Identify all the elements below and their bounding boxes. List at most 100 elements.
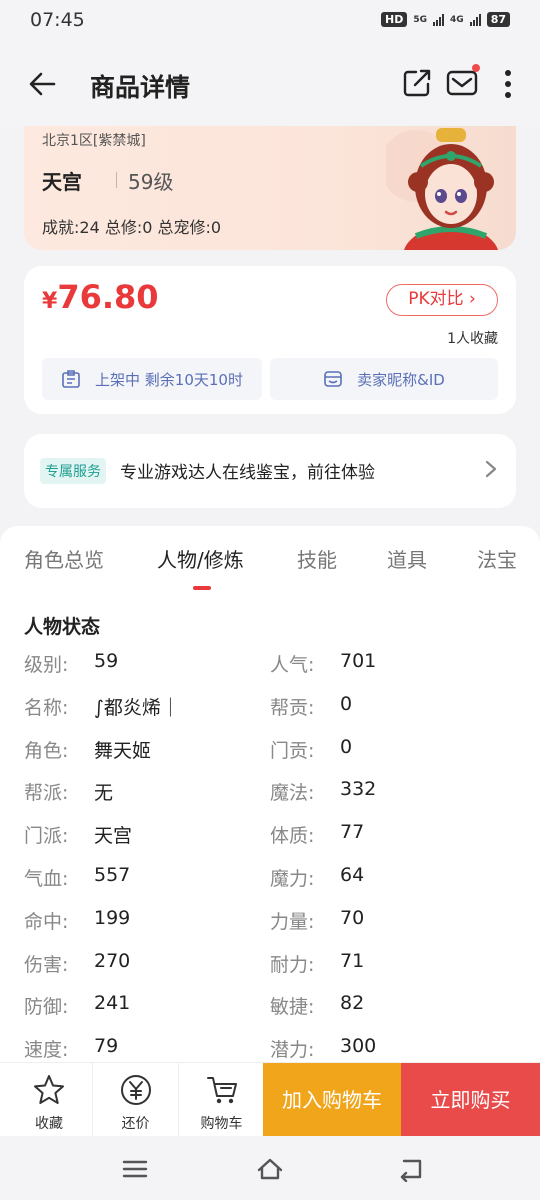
seller-info-chip[interactable]: 卖家昵称&ID: [270, 358, 498, 400]
buy-now-button[interactable]: 立即购买: [401, 1063, 540, 1137]
attribute-row: 防御: 241 敏捷: 82: [0, 992, 540, 1024]
bargain-label: 还价: [121, 1116, 150, 1132]
exclusive-service-banner[interactable]: 专属服务 专业游戏达人在线鉴宝，前往体验: [24, 434, 516, 508]
attribute-value: 59: [94, 650, 119, 672]
character-avatar: [386, 128, 499, 250]
attribute-value: 64: [340, 864, 365, 886]
battery-icon: 87: [486, 12, 510, 27]
message-button[interactable]: [446, 64, 480, 98]
currency-symbol: ¥: [42, 289, 58, 314]
attribute-value: 270: [94, 949, 131, 972]
hd-icon: HD: [381, 12, 408, 27]
shopping-cart-icon: [206, 1077, 237, 1104]
attribute-label: 魔力:: [270, 868, 315, 890]
menu-icon[interactable]: [121, 1156, 149, 1182]
attribute-label: 体质:: [270, 825, 315, 848]
attribute-value: 71: [340, 949, 365, 972]
price-card: ¥76.80 PK对比 › 1人收藏 上架中 剩余10天10时 卖家昵称&ID: [24, 266, 516, 414]
share-icon[interactable]: [402, 68, 432, 98]
attribute-row: 门派: 天宫 体质: 77: [0, 821, 540, 853]
price: ¥76.80: [42, 278, 159, 316]
service-text: 专业游戏达人在线鉴宝，前往体验: [120, 463, 375, 483]
action-bar: 收藏 还价 购物车 加入购物车 立即购买: [0, 1062, 540, 1137]
attribute-value: 79: [94, 1035, 119, 1058]
attribute-label: 帮派:: [24, 782, 69, 805]
more-icon[interactable]: [498, 68, 518, 100]
listing-icon: [62, 370, 80, 388]
price-value: 76.80: [57, 278, 159, 316]
favorite-button[interactable]: 收藏: [6, 1063, 92, 1137]
section-title: 人物状态: [24, 616, 101, 638]
home-icon[interactable]: [256, 1156, 284, 1182]
pk-compare-button[interactable]: PK对比 ›: [386, 284, 498, 316]
attribute-label: 防御:: [24, 996, 69, 1019]
back-nav-icon[interactable]: [398, 1156, 426, 1182]
attribute-value: 82: [340, 992, 365, 1015]
add-to-cart-button[interactable]: 加入购物车: [263, 1063, 401, 1137]
attribute-value: 300: [340, 1035, 377, 1058]
server-name: 北京1区[紫禁城]: [42, 133, 146, 149]
attribute-value: 舞天姬: [94, 739, 152, 762]
system-icons: HD 5G 4G 87: [381, 12, 510, 27]
tab-items[interactable]: 道具: [387, 544, 427, 573]
attribute-row: 命中: 199 力量: 70: [0, 907, 540, 939]
details-panel: 角色总览 人物/修炼 技能 道具 法宝 人物状态 级别: 59 人气: 701 名称: ∫…: [0, 526, 540, 1086]
back-arrow-icon[interactable]: [24, 66, 60, 102]
yuan-coin-icon: [120, 1075, 151, 1105]
attribute-label: 伤害:: [24, 953, 69, 976]
attribute-label: 名称:: [24, 696, 69, 719]
attribute-row: 级别: 59 人气: 701: [0, 650, 540, 682]
attribute-label: 魔法:: [270, 782, 315, 805]
star-icon: [34, 1075, 64, 1104]
unread-dot: [472, 64, 480, 72]
tab-role-overview[interactable]: 角色总览: [24, 544, 104, 573]
attribute-label: 人气:: [270, 654, 315, 676]
character-level: 59级: [128, 170, 174, 194]
signal-icon: [433, 13, 445, 26]
attribute-label: 力量:: [270, 910, 315, 933]
attribute-value: 199: [94, 906, 131, 929]
mail-icon: [446, 70, 478, 96]
chevron-right-icon: ›: [463, 289, 476, 309]
attribute-value: 70: [340, 906, 365, 929]
cart-label: 购物车: [200, 1116, 243, 1132]
attribute-value: 0: [340, 735, 353, 758]
attribute-label: 气血:: [24, 868, 69, 890]
favorite-label: 收藏: [35, 1116, 63, 1132]
page-title: 商品详情: [90, 73, 191, 102]
service-tag: 专属服务: [40, 458, 106, 484]
character-summary-stats: 成就:24 总修:0 总宠修:0: [42, 218, 222, 237]
system-navigation-bar: [0, 1136, 540, 1200]
attribute-value: 241: [94, 992, 131, 1015]
network-4g-label: 4G: [450, 14, 464, 25]
attribute-row: 帮派: 无 魔法: 332: [0, 778, 540, 810]
pk-compare-label: PK对比: [408, 289, 464, 309]
attribute-value: 无: [94, 782, 114, 805]
tab-treasures[interactable]: 法宝: [477, 544, 517, 573]
favorite-count: 1人收藏: [447, 331, 498, 347]
chevron-right-icon: [485, 460, 497, 478]
tab-bar: 角色总览 人物/修炼 技能 道具 法宝: [0, 526, 540, 592]
attribute-label: 级别:: [24, 654, 69, 676]
attribute-label: 角色:: [24, 739, 69, 762]
status-time: 07:45: [30, 9, 85, 31]
character-hero-card: 北京1区[紫禁城] 天宫 59级 成就:24 总修:0 总宠修:0: [24, 126, 516, 250]
cart-button[interactable]: 购物车: [178, 1063, 264, 1137]
network-5g-label: 5G: [413, 14, 428, 25]
attribute-label: 潜力:: [270, 1039, 315, 1062]
signal-icon: [469, 13, 481, 26]
tab-character-cultivation[interactable]: 人物/修炼: [157, 544, 244, 573]
listing-status-label: 上架中 剩余10天10时: [95, 370, 243, 389]
bargain-button[interactable]: 还价: [92, 1063, 178, 1137]
tab-skills[interactable]: 技能: [297, 544, 337, 573]
status-bar: 07:45 HD 5G 4G 87: [0, 0, 540, 42]
app-bar: 商品详情: [0, 42, 540, 126]
attribute-row: 伤害: 270 耐力: 71: [0, 950, 540, 982]
character-sect: 天宫: [42, 170, 82, 194]
divider: [116, 172, 117, 188]
attribute-value: 天宫: [94, 825, 133, 848]
seller-label: 卖家昵称&ID: [357, 370, 445, 389]
attribute-value: 77: [340, 821, 365, 844]
listing-status-chip[interactable]: 上架中 剩余10天10时: [42, 358, 262, 400]
attribute-label: 敏捷:: [270, 996, 315, 1019]
